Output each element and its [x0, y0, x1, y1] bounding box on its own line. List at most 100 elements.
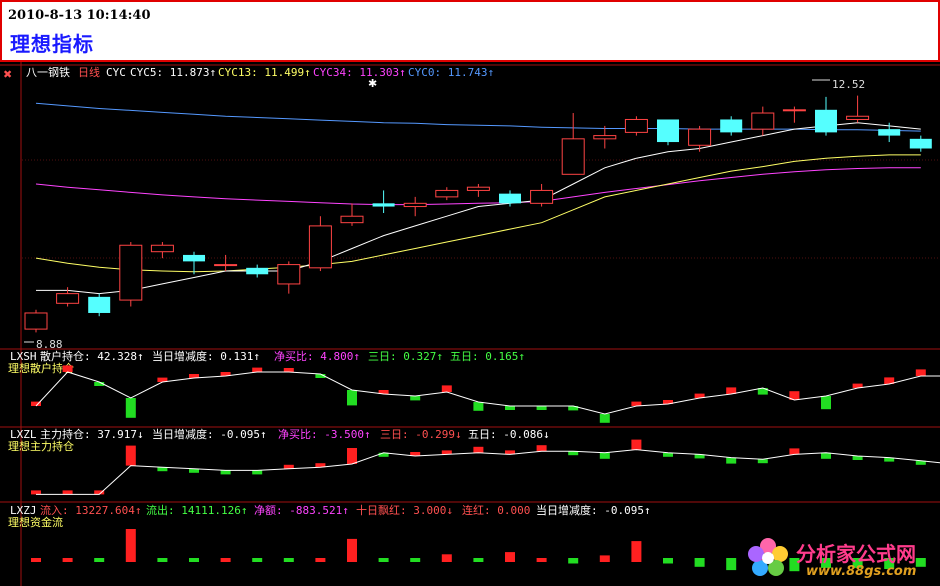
- flower-logo-icon: [748, 538, 788, 576]
- stock-marker-icon: ✖: [3, 68, 12, 81]
- lxzj-bar: [347, 538, 357, 562]
- lxzj-bar: [94, 558, 105, 562]
- lxzj-bar: [726, 558, 737, 571]
- lxzj-bar: [631, 541, 642, 562]
- lxsh-bar: [125, 398, 136, 418]
- lxzl-bar: [536, 445, 547, 452]
- candle-body-down: [815, 109, 837, 133]
- candlestick-plot: [24, 95, 932, 333]
- indicator-title: 理想指标: [10, 32, 94, 56]
- candle-body-up: [308, 225, 332, 269]
- title-bar: 2010-8-13 10:14:40 理想指标: [0, 0, 940, 62]
- candle-body-up: [466, 186, 490, 191]
- lxzl-plot: [31, 439, 940, 495]
- lxzj-change: 当日增减度: -0.095↑: [536, 503, 651, 517]
- cyc5-line: [36, 122, 921, 295]
- high-price-label: 12.52: [832, 78, 865, 91]
- lxzj-bar: [125, 529, 136, 562]
- lxsh-bar: [252, 367, 263, 372]
- lxzl-bar: [347, 448, 357, 464]
- lxzl-line: [36, 449, 940, 495]
- candle-body-up: [119, 244, 143, 301]
- candle-body-up: [846, 115, 870, 120]
- candle-body-up: [150, 244, 174, 253]
- lxsh-bar: [283, 368, 294, 372]
- lxzl-bar: [821, 452, 831, 459]
- lxzj-bar: [536, 558, 547, 562]
- lxzl-bar: [220, 470, 231, 475]
- candle-body-up: [24, 312, 48, 330]
- stock-chart[interactable]: ✖ 八一钢铁 日线 CYC CYC5: 11.873↑ CYC13: 11.49…: [0, 62, 940, 586]
- lxzj-bar: [157, 558, 168, 562]
- lxzj-bar: [410, 558, 421, 562]
- cyc0-line: [35, 102, 921, 132]
- lxzl-bar: [599, 452, 610, 459]
- lxsh-5day: 五日: 0.165↑: [450, 350, 525, 363]
- candle-body-down: [720, 119, 743, 133]
- candle-body-down: [499, 193, 521, 204]
- candle-body-down: [878, 129, 901, 136]
- lxzl-bar: [789, 448, 800, 455]
- lxzj-bar: [283, 558, 294, 562]
- lxsh-bar: [599, 414, 610, 423]
- lxzj-outflow: 流出: 14111.126↑: [146, 503, 247, 517]
- lxzj-bar: [378, 558, 389, 562]
- lxzl-change: 当日增减度: -0.095↑: [152, 427, 267, 441]
- candle-body-up: [688, 128, 712, 146]
- cyc13-value: CYC13: 11.499↑: [218, 66, 311, 79]
- lxsh-line: [35, 371, 940, 415]
- cyc5-value: CYC5: 11.873↑: [130, 66, 216, 79]
- lxzj-bar: [599, 555, 610, 562]
- lxzl-bar: [125, 445, 136, 466]
- candle-body-up: [782, 109, 806, 112]
- lxzj-bar: [189, 558, 199, 562]
- site-logo[interactable]: 分析家公式网 www.88gs.com: [742, 534, 934, 582]
- lxzj-bar: [315, 558, 326, 562]
- candle-body-down: [372, 203, 395, 207]
- lxzj-bar: [473, 558, 484, 562]
- candle-body-up: [214, 264, 238, 267]
- lxzl-bar: [757, 459, 768, 464]
- lxzj-bar: [441, 554, 452, 562]
- lxsh-bar: [347, 390, 357, 406]
- candle-body-up: [593, 135, 617, 140]
- lxzl-name: 理想主力持仓: [8, 439, 74, 453]
- lxzl-bar: [31, 490, 41, 495]
- lxzj-bar: [505, 552, 515, 562]
- candle-body-up: [561, 138, 585, 175]
- lxzl-5day: 五日: -0.086↓: [468, 428, 550, 441]
- lxzl-bar: [631, 439, 642, 450]
- candle-body-down: [246, 267, 269, 275]
- lxsh-bar: [505, 406, 515, 410]
- stock-name: 八一钢铁: [26, 66, 70, 79]
- logo-name: 分析家公式网: [796, 542, 916, 566]
- datetime-label: 2010-8-13 10:14:40: [8, 8, 151, 23]
- candle-body-down: [88, 296, 111, 313]
- lxsh-bar: [410, 396, 421, 401]
- lxzj-red10: 十日飘红: 3.000↓: [356, 503, 453, 517]
- lxzl-3day: 三日: -0.299↓: [380, 428, 462, 441]
- candle-body-up: [624, 118, 648, 133]
- candle-body-up: [435, 189, 459, 198]
- candle-body-up: [530, 189, 554, 204]
- lxzj-inflow: 流入: 13227.604↑: [40, 503, 141, 517]
- lxzj-bar: [252, 558, 263, 562]
- lxsh-plot: [31, 365, 940, 423]
- candle-body-down: [183, 254, 205, 262]
- lxzl-bar: [473, 446, 484, 453]
- lxzj-bar: [568, 558, 579, 564]
- lxzl-ratio: 净买比: -3.500↑: [278, 427, 371, 441]
- lxzj-bar: [694, 558, 705, 567]
- lxzj-bar: [62, 558, 73, 562]
- cyc0-value: CYC0: 11.743↑: [408, 66, 494, 79]
- lxzj-name: 理想资金流: [8, 515, 63, 529]
- indicator-name: CYC: [106, 66, 126, 79]
- cyc34-value: CYC34: 11.303↑: [313, 66, 406, 79]
- lxsh-hold: 散户持仓: 42.328↑: [40, 349, 144, 363]
- lxzj-bar: [31, 558, 41, 562]
- candle-body-up: [340, 215, 364, 224]
- lxsh-bar: [821, 396, 831, 410]
- lxsh-ratio: 净买比: 4.800↑: [274, 349, 360, 363]
- lxzj-bar: [663, 558, 673, 564]
- lxzl-bar: [252, 470, 263, 475]
